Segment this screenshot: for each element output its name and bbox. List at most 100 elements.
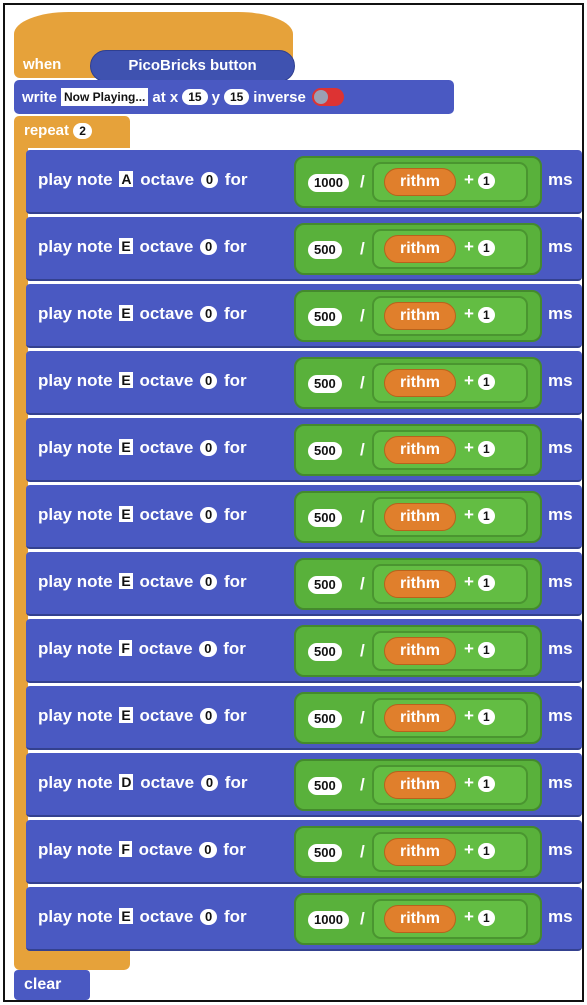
- duration-field[interactable]: 500: [308, 576, 342, 594]
- x-number-field[interactable]: 15: [182, 89, 208, 105]
- addend-field[interactable]: 1: [478, 508, 495, 524]
- play-note-block[interactable]: play note F octave 0 for 500 / rithm +1 ms: [26, 820, 582, 884]
- duration-field[interactable]: 500: [308, 844, 342, 862]
- play-note-block[interactable]: play note E octave 0 for 1000 / rithm +1 ms: [26, 887, 582, 951]
- note-dropdown[interactable]: E: [119, 439, 133, 455]
- duration-field[interactable]: 500: [308, 777, 342, 795]
- add-block[interactable]: rithm +1: [372, 430, 528, 470]
- divide-block[interactable]: 1000 / rithm +1: [294, 156, 542, 208]
- add-block[interactable]: rithm +1: [372, 631, 528, 671]
- add-block[interactable]: rithm +1: [372, 765, 528, 805]
- play-note-block[interactable]: play note E octave 0 for 500 / rithm +1 ms: [26, 485, 582, 549]
- divide-block[interactable]: 500 / rithm +1: [294, 558, 542, 610]
- play-note-block[interactable]: play note E octave 0 for 500 / rithm +1 ms: [26, 686, 582, 750]
- duration-field[interactable]: 500: [308, 643, 342, 661]
- add-block[interactable]: rithm +1: [372, 162, 528, 202]
- play-note-block[interactable]: play note E octave 0 for 500 / rithm +1 ms: [26, 351, 582, 415]
- write-text-field[interactable]: Now Playing...: [61, 88, 149, 106]
- duration-field[interactable]: 500: [308, 509, 342, 527]
- note-dropdown[interactable]: E: [119, 707, 133, 723]
- note-dropdown[interactable]: E: [119, 305, 133, 321]
- octave-field[interactable]: 0: [200, 708, 218, 724]
- divide-block[interactable]: 500 / rithm +1: [294, 826, 542, 878]
- rithm-variable[interactable]: rithm: [384, 302, 456, 330]
- rithm-variable[interactable]: rithm: [384, 369, 456, 397]
- octave-field[interactable]: 0: [200, 373, 218, 389]
- note-dropdown[interactable]: E: [119, 372, 133, 388]
- duration-field[interactable]: 500: [308, 375, 342, 393]
- divide-block[interactable]: 500 / rithm +1: [294, 290, 542, 342]
- play-note-block[interactable]: play note E octave 0 for 500 / rithm +1 ms: [26, 284, 582, 348]
- play-note-block[interactable]: play note F octave 0 for 500 / rithm +1 ms: [26, 619, 582, 683]
- duration-field[interactable]: 1000: [308, 911, 349, 929]
- add-block[interactable]: rithm +1: [372, 363, 528, 403]
- addend-field[interactable]: 1: [478, 843, 495, 859]
- rithm-variable[interactable]: rithm: [384, 771, 456, 799]
- add-block[interactable]: rithm +1: [372, 229, 528, 269]
- when-button-hat-block[interactable]: when PicoBricks button: [14, 12, 295, 82]
- addend-field[interactable]: 1: [478, 374, 495, 390]
- octave-field[interactable]: 0: [199, 641, 217, 657]
- addend-field[interactable]: 1: [478, 642, 495, 658]
- duration-field[interactable]: 500: [308, 442, 342, 460]
- note-dropdown[interactable]: D: [119, 774, 134, 790]
- octave-field[interactable]: 0: [200, 574, 218, 590]
- addend-field[interactable]: 1: [478, 307, 495, 323]
- divide-block[interactable]: 500 / rithm +1: [294, 424, 542, 476]
- divide-block[interactable]: 500 / rithm +1: [294, 491, 542, 543]
- play-note-block[interactable]: play note D octave 0 for 500 / rithm +1 ms: [26, 753, 582, 817]
- rithm-variable[interactable]: rithm: [384, 235, 456, 263]
- rithm-variable[interactable]: rithm: [384, 838, 456, 866]
- write-block[interactable]: write Now Playing... at x 15 y 15 invers…: [14, 80, 454, 114]
- add-block[interactable]: rithm +1: [372, 899, 528, 939]
- play-note-block[interactable]: play note E octave 0 for 500 / rithm +1 ms: [26, 552, 582, 616]
- octave-field[interactable]: 0: [199, 842, 217, 858]
- clear-block[interactable]: clear: [14, 970, 90, 1000]
- note-dropdown[interactable]: E: [119, 238, 133, 254]
- play-note-block[interactable]: play note E octave 0 for 500 / rithm +1 ms: [26, 217, 582, 281]
- divide-block[interactable]: 500 / rithm +1: [294, 692, 542, 744]
- add-block[interactable]: rithm +1: [372, 296, 528, 336]
- duration-field[interactable]: 500: [308, 241, 342, 259]
- repeat-block[interactable]: repeat 2: [14, 116, 130, 148]
- duration-field[interactable]: 500: [308, 308, 342, 326]
- note-dropdown[interactable]: E: [119, 573, 133, 589]
- addend-field[interactable]: 1: [478, 173, 495, 189]
- addend-field[interactable]: 1: [478, 240, 495, 256]
- rithm-variable[interactable]: rithm: [384, 503, 456, 531]
- play-note-block[interactable]: play note A octave 0 for 1000 / rithm +1 ms: [26, 150, 582, 214]
- divide-block[interactable]: 500 / rithm +1: [294, 223, 542, 275]
- repeat-count-field[interactable]: 2: [73, 123, 92, 139]
- octave-field[interactable]: 0: [200, 440, 218, 456]
- event-dropdown[interactable]: PicoBricks button: [90, 50, 295, 82]
- divide-block[interactable]: 500 / rithm +1: [294, 759, 542, 811]
- add-block[interactable]: rithm +1: [372, 564, 528, 604]
- addend-field[interactable]: 1: [478, 575, 495, 591]
- addend-field[interactable]: 1: [478, 776, 495, 792]
- addend-field[interactable]: 1: [478, 441, 495, 457]
- note-dropdown[interactable]: A: [119, 171, 134, 187]
- note-dropdown[interactable]: F: [119, 841, 132, 857]
- rithm-variable[interactable]: rithm: [384, 704, 456, 732]
- add-block[interactable]: rithm +1: [372, 497, 528, 537]
- addend-field[interactable]: 1: [478, 910, 495, 926]
- octave-field[interactable]: 0: [200, 775, 219, 791]
- octave-field[interactable]: 0: [200, 507, 218, 523]
- divide-block[interactable]: 500 / rithm +1: [294, 357, 542, 409]
- rithm-variable[interactable]: rithm: [384, 905, 456, 933]
- rithm-variable[interactable]: rithm: [384, 637, 456, 665]
- add-block[interactable]: rithm +1: [372, 698, 528, 738]
- octave-field[interactable]: 0: [200, 909, 218, 925]
- y-number-field[interactable]: 15: [223, 89, 250, 105]
- duration-field[interactable]: 1000: [308, 174, 349, 192]
- octave-field[interactable]: 0: [200, 239, 218, 255]
- inverse-toggle[interactable]: [311, 88, 344, 106]
- divide-block[interactable]: 500 / rithm +1: [294, 625, 542, 677]
- rithm-variable[interactable]: rithm: [384, 436, 456, 464]
- rithm-variable[interactable]: rithm: [384, 168, 456, 196]
- duration-field[interactable]: 500: [308, 710, 342, 728]
- add-block[interactable]: rithm +1: [372, 832, 528, 872]
- rithm-variable[interactable]: rithm: [384, 570, 456, 598]
- note-dropdown[interactable]: E: [119, 908, 133, 924]
- note-dropdown[interactable]: E: [119, 506, 133, 522]
